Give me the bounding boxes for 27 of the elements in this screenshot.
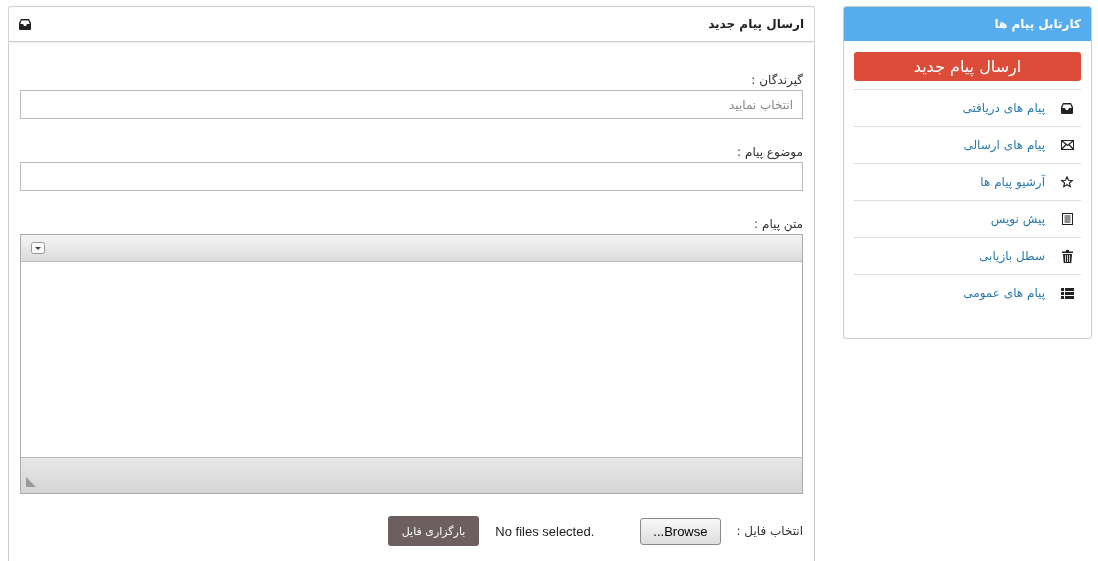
envelope-icon (1060, 140, 1074, 150)
file-label: انتخاب فایل : (736, 524, 803, 538)
star-icon (1061, 176, 1073, 188)
inbox-icon (1061, 102, 1073, 114)
folder-link[interactable]: آرشیو پیام ها (980, 175, 1045, 189)
panel-title: ارسال پیام جدید (708, 17, 804, 31)
upload-button[interactable]: بارگزاری فایل (387, 516, 480, 546)
folder-link[interactable]: پیام های ارسالی (963, 138, 1045, 152)
recipients-field[interactable]: انتخاب نمایید (20, 90, 803, 119)
resize-handle-icon[interactable] (26, 477, 36, 487)
recipients-label: گیرندگان : (750, 73, 803, 87)
folder-link[interactable]: پیام های دریافتی (962, 101, 1045, 115)
browse-button[interactable]: Browse... (640, 517, 721, 545)
folder-link[interactable]: پیش نویس (990, 212, 1045, 226)
folder-link[interactable]: پیام های عمومی (963, 286, 1045, 300)
document-list-icon (1061, 213, 1073, 225)
new-message-button[interactable]: ارسال پیام جدید (854, 52, 1081, 81)
inbox-icon (19, 18, 31, 30)
dropdown-icon[interactable] (31, 242, 45, 254)
folder-link[interactable]: سطل بازیابی (979, 249, 1045, 263)
subject-label: موضوع پیام : (736, 145, 803, 159)
list-icon (1060, 287, 1074, 299)
sidebar-title: کارتابل پیام ها (994, 17, 1081, 31)
trash-icon (1061, 249, 1073, 263)
body-label: متن پیام : (753, 217, 803, 231)
file-status: No files selected. (495, 523, 595, 539)
subject-field[interactable] (20, 162, 803, 191)
